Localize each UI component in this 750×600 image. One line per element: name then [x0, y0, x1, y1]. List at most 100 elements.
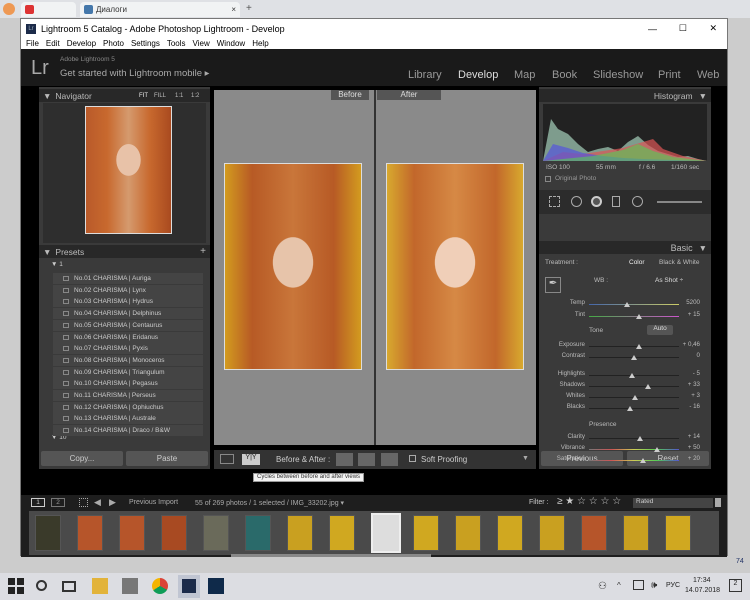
filmstrip-thumbnail[interactable]	[35, 515, 61, 551]
preset-item[interactable]: No.02 CHARISMA | Lynx	[53, 284, 203, 296]
filmstrip-thumbnail[interactable]	[161, 515, 187, 551]
filmstrip-thumbnail[interactable]	[581, 515, 607, 551]
slider-track[interactable]	[589, 436, 679, 441]
menu-tools[interactable]: Tools	[167, 39, 186, 48]
file-explorer-icon[interactable]	[92, 578, 108, 594]
preset-item[interactable]: No.07 CHARISMA | Pyxis	[53, 343, 203, 355]
menu-edit[interactable]: Edit	[46, 39, 60, 48]
auto-tone-button[interactable]: Auto	[647, 325, 673, 335]
filmstrip-page-1[interactable]: 1	[31, 498, 45, 507]
slider-thumb[interactable]	[631, 395, 638, 400]
filmstrip-thumbnail[interactable]	[329, 515, 355, 551]
treatment-bw[interactable]: Black & White	[659, 259, 699, 266]
module-book[interactable]: Book	[552, 69, 577, 81]
photoshop-task-icon[interactable]	[208, 578, 224, 594]
module-print[interactable]: Print	[658, 69, 681, 81]
slider-shadows[interactable]: Shadows + 33	[541, 381, 708, 392]
filmstrip-scrollbar[interactable]	[231, 554, 431, 557]
filter-lock-icon[interactable]	[715, 498, 721, 507]
slider-value[interactable]: + 0,46	[670, 341, 700, 348]
task-view-icon[interactable]	[62, 581, 76, 592]
zoom-fill[interactable]: FILL	[154, 93, 166, 99]
menu-settings[interactable]: Settings	[131, 39, 160, 48]
slider-value[interactable]: + 14	[670, 433, 700, 440]
search-icon[interactable]	[36, 580, 47, 591]
before-photo[interactable]	[224, 163, 362, 370]
browser-logo-icon[interactable]	[3, 3, 15, 15]
tray-up-icon[interactable]: ^	[617, 581, 621, 590]
histogram-chart[interactable]	[543, 104, 707, 161]
slider-saturation[interactable]: Saturation + 20	[541, 455, 708, 466]
volume-icon[interactable]: 🕪	[651, 580, 657, 591]
slider-thumb[interactable]	[635, 344, 642, 349]
forward-arrow-icon[interactable]: ▶	[109, 497, 116, 508]
paste-button[interactable]: Paste	[126, 451, 208, 466]
zoom-1-2[interactable]: 1:2	[191, 93, 199, 99]
white-balance-eyedropper-icon[interactable]: ✒	[545, 277, 561, 293]
slider-thumb[interactable]	[635, 314, 642, 319]
basic-header[interactable]: Basic ▼	[539, 241, 711, 254]
preset-item[interactable]: No.06 CHARISMA | Eridanus	[53, 331, 203, 343]
menu-develop[interactable]: Develop	[67, 39, 96, 48]
preset-item[interactable]: No.12 CHARISMA | Ophiuchus	[53, 401, 203, 413]
slider-value[interactable]: + 20	[670, 455, 700, 462]
soft-proofing-checkbox[interactable]	[409, 455, 416, 462]
slider-thumb[interactable]	[645, 384, 652, 389]
preset-item[interactable]: No.09 CHARISMA | Triangulum	[53, 366, 203, 378]
menu-window[interactable]: Window	[217, 39, 245, 48]
slider-track[interactable]	[589, 458, 679, 463]
navigator-header[interactable]: ▼ Navigator FIT FILL 1:1 1:2	[39, 89, 210, 102]
preset-folder-1[interactable]: ▼ 1	[51, 261, 63, 268]
menu-view[interactable]: View	[193, 39, 210, 48]
browser-tab-1[interactable]	[21, 2, 76, 17]
preset-item[interactable]: No.08 CHARISMA | Monoceros	[53, 354, 203, 366]
slider-value[interactable]: + 50	[670, 444, 700, 451]
original-photo-checkbox[interactable]	[545, 176, 551, 182]
people-icon[interactable]: ⚇	[598, 581, 607, 592]
grid-view-icon[interactable]	[79, 498, 88, 507]
histogram-header[interactable]: Histogram ▼	[539, 89, 711, 102]
filmstrip-thumbnail[interactable]	[245, 515, 271, 551]
filmstrip-thumbnail[interactable]	[497, 515, 523, 551]
module-library[interactable]: Library	[408, 69, 442, 81]
filmstrip-thumbnail[interactable]	[119, 515, 145, 551]
copy-button[interactable]: Copy...	[41, 451, 123, 466]
slider-whites[interactable]: Whites + 3	[541, 392, 708, 403]
filmstrip-thumbnail[interactable]	[77, 515, 103, 551]
network-icon[interactable]	[633, 580, 644, 590]
new-tab-button[interactable]: +	[246, 3, 252, 14]
red-eye-icon[interactable]	[591, 196, 602, 207]
slider-value[interactable]: 0	[670, 352, 700, 359]
graduated-filter-icon[interactable]	[612, 196, 620, 207]
slider-thumb[interactable]	[623, 302, 630, 307]
slider-contrast[interactable]: Contrast 0	[541, 352, 708, 363]
slider-value[interactable]: 5200	[670, 299, 700, 306]
slider-highlights[interactable]: Highlights - 5	[541, 370, 708, 381]
rating-stars[interactable]: ≥ ★ ☆ ☆ ☆ ☆	[557, 496, 621, 507]
filmstrip-page-2[interactable]: 2	[51, 498, 65, 507]
presets-header[interactable]: ▼ Presets +	[39, 245, 210, 258]
slider-track[interactable]	[589, 314, 679, 319]
clock-time[interactable]: 17:34	[693, 577, 711, 584]
preset-item[interactable]: No.04 CHARISMA | Delphinus	[53, 308, 203, 320]
slider-track[interactable]	[589, 384, 679, 389]
copy-after-to-before-icon[interactable]	[358, 453, 375, 466]
slider-value[interactable]: + 15	[670, 311, 700, 318]
close-button[interactable]: ✕	[709, 23, 717, 34]
slider-thumb[interactable]	[640, 458, 646, 463]
notification-center-icon[interactable]: 2	[729, 579, 742, 592]
slider-thumb[interactable]	[653, 447, 660, 452]
windows-start-icon[interactable]	[8, 578, 24, 594]
back-arrow-icon[interactable]: ◀	[94, 497, 101, 508]
copy-before-to-after-icon[interactable]	[336, 453, 353, 466]
after-photo[interactable]	[386, 163, 524, 370]
module-develop[interactable]: Develop	[458, 69, 498, 81]
slider-clarity[interactable]: Clarity + 14	[541, 433, 708, 444]
chrome-icon[interactable]	[152, 578, 168, 594]
slider-temp[interactable]: Temp 5200	[541, 299, 708, 310]
filmstrip-thumbnail[interactable]	[371, 513, 401, 553]
module-map[interactable]: Map	[514, 69, 535, 81]
wb-select[interactable]: As Shot ÷	[655, 277, 683, 284]
module-slideshow[interactable]: Slideshow	[593, 69, 643, 81]
swap-icon[interactable]	[381, 453, 398, 466]
